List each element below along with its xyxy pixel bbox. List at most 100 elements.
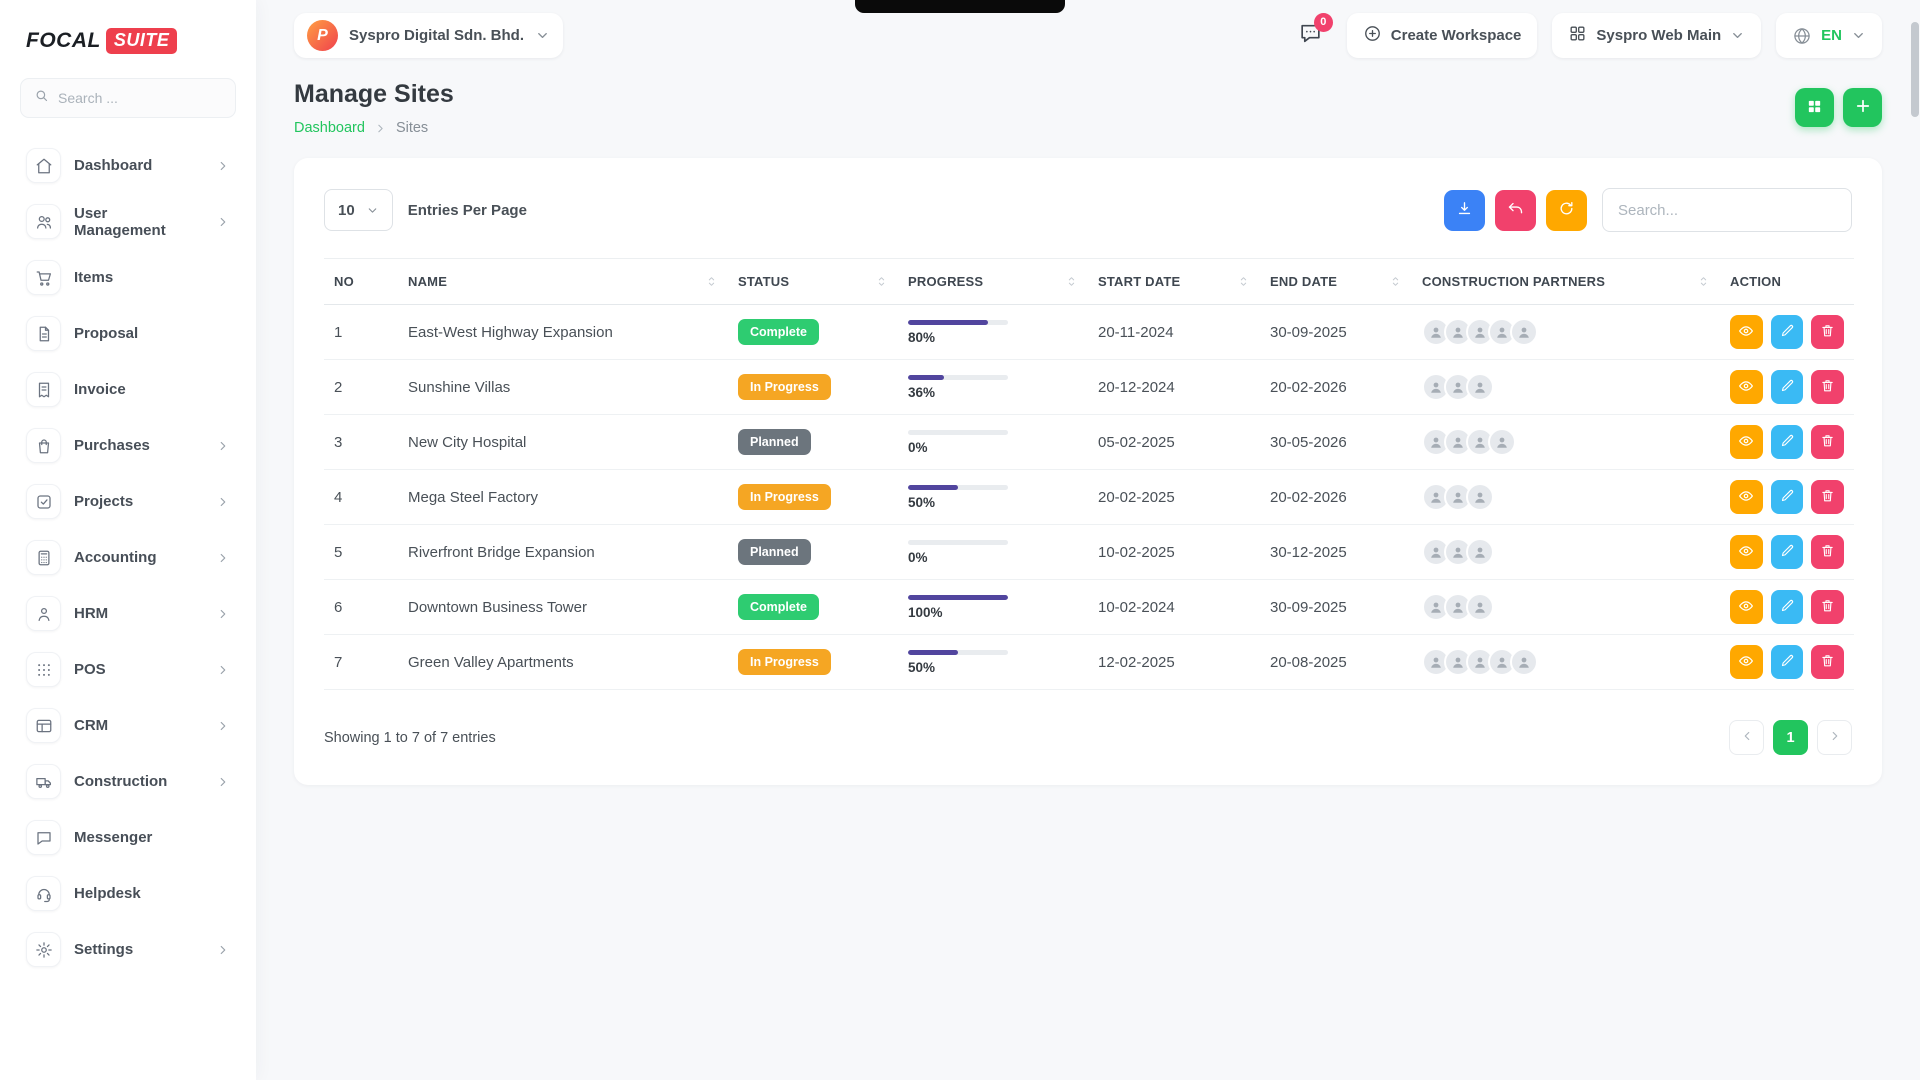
undo-button[interactable]	[1495, 190, 1536, 231]
export-button[interactable]	[1444, 190, 1485, 231]
messages-button[interactable]: 0	[1290, 15, 1332, 57]
edit-button[interactable]	[1771, 480, 1804, 514]
sidebar-item-crm[interactable]: CRM	[18, 702, 238, 749]
sidebar-search-input[interactable]	[58, 90, 222, 106]
view-button[interactable]	[1730, 480, 1763, 514]
partner-avatar[interactable]	[1466, 593, 1494, 621]
delete-button[interactable]	[1811, 590, 1844, 624]
sidebar-item-construction[interactable]: Construction	[18, 758, 238, 805]
table-search-input[interactable]	[1602, 188, 1852, 232]
column-header-name[interactable]: NAME	[398, 259, 728, 305]
sidebar-item-projects[interactable]: Projects	[18, 478, 238, 525]
chevron-right-icon	[216, 607, 230, 621]
sidebar-item-invoice[interactable]: Invoice	[18, 366, 238, 413]
progress-value: 80%	[908, 330, 1008, 345]
pos-icon	[26, 652, 61, 687]
entries-per-page-value: 10	[338, 202, 355, 219]
sidebar-item-messenger[interactable]: Messenger	[18, 814, 238, 861]
edit-button[interactable]	[1771, 645, 1804, 679]
delete-button[interactable]	[1811, 535, 1844, 569]
column-header-progress[interactable]: PROGRESS	[898, 259, 1088, 305]
app-switcher-button[interactable]: Syspro Web Main	[1552, 13, 1761, 58]
partner-avatar[interactable]	[1466, 373, 1494, 401]
pencil-icon	[1780, 543, 1795, 561]
site-name: New City Hospital	[408, 434, 526, 451]
sites-card: 10 Entries Per Page	[294, 158, 1882, 785]
progress-value: 50%	[908, 660, 1008, 675]
view-button[interactable]	[1730, 425, 1763, 459]
create-workspace-label: Create Workspace	[1391, 27, 1522, 44]
entries-per-page-select[interactable]: 10	[324, 189, 393, 231]
progress-bar: 80%	[908, 320, 1008, 345]
site-name: Downtown Business Tower	[408, 599, 587, 616]
sidebar-item-items[interactable]: Items	[18, 254, 238, 301]
scrollbar-thumb[interactable]	[1911, 22, 1919, 117]
table-row: 1East-West Highway ExpansionComplete80%2…	[324, 305, 1854, 360]
delete-button[interactable]	[1811, 645, 1844, 679]
view-button[interactable]	[1730, 645, 1763, 679]
breadcrumb-dashboard-link[interactable]: Dashboard	[294, 120, 365, 136]
pencil-icon	[1780, 488, 1795, 506]
pencil-icon	[1780, 378, 1795, 396]
pagination-prev-button[interactable]	[1729, 720, 1764, 755]
table-toolbar: 10 Entries Per Page	[324, 188, 1852, 232]
page-title-block: Manage Sites Dashboard Sites	[294, 80, 454, 136]
add-site-button[interactable]	[1843, 88, 1882, 127]
sidebar-search[interactable]	[20, 78, 236, 118]
edit-button[interactable]	[1771, 535, 1804, 569]
sidebar-item-proposal[interactable]: Proposal	[18, 310, 238, 357]
column-header-status[interactable]: STATUS	[728, 259, 898, 305]
sidebar-item-purchases[interactable]: Purchases	[18, 422, 238, 469]
column-header-start-date[interactable]: START DATE	[1088, 259, 1260, 305]
pagination-next-button[interactable]	[1817, 720, 1852, 755]
view-button[interactable]	[1730, 315, 1763, 349]
edit-button[interactable]	[1771, 315, 1804, 349]
chevron-right-icon	[216, 663, 230, 677]
pagination-page-1[interactable]: 1	[1773, 720, 1808, 755]
sidebar-item-pos[interactable]: POS	[18, 646, 238, 693]
create-workspace-button[interactable]: Create Workspace	[1347, 13, 1538, 58]
sidebar-item-dashboard[interactable]: Dashboard	[18, 142, 238, 189]
delete-button[interactable]	[1811, 315, 1844, 349]
delete-button[interactable]	[1811, 425, 1844, 459]
chevron-right-icon	[216, 495, 230, 509]
sidebar-item-settings[interactable]: Settings	[18, 926, 238, 973]
partner-avatar[interactable]	[1510, 648, 1538, 676]
column-header-construction-partners[interactable]: CONSTRUCTION PARTNERS	[1412, 259, 1720, 305]
page-header: Manage Sites Dashboard Sites	[294, 80, 1882, 136]
delete-button[interactable]	[1811, 370, 1844, 404]
eye-icon	[1738, 433, 1754, 452]
edit-button[interactable]	[1771, 370, 1804, 404]
refresh-button[interactable]	[1546, 190, 1587, 231]
pencil-icon	[1780, 598, 1795, 616]
view-button[interactable]	[1730, 370, 1763, 404]
start-date: 10-02-2024	[1098, 599, 1175, 616]
partner-avatar[interactable]	[1488, 428, 1516, 456]
sidebar-item-accounting[interactable]: Accounting	[18, 534, 238, 581]
grid-view-button[interactable]	[1795, 88, 1834, 127]
view-button[interactable]	[1730, 535, 1763, 569]
sort-icon	[1697, 275, 1710, 288]
sidebar-item-user-management[interactable]: User Management	[18, 198, 238, 245]
partner-avatar[interactable]	[1510, 318, 1538, 346]
column-header-end-date[interactable]: END DATE	[1260, 259, 1412, 305]
scrollbar[interactable]	[1910, 0, 1920, 1080]
workspace-name: Syspro Digital Sdn. Bhd.	[349, 27, 524, 44]
chevron-right-icon	[216, 159, 230, 173]
site-name: Sunshine Villas	[408, 379, 510, 396]
partner-avatar[interactable]	[1466, 483, 1494, 511]
status-badge: Complete	[738, 319, 819, 345]
sidebar-item-hrm[interactable]: HRM	[18, 590, 238, 637]
apps-icon	[1568, 24, 1587, 47]
edit-button[interactable]	[1771, 590, 1804, 624]
view-button[interactable]	[1730, 590, 1763, 624]
progress-value: 100%	[908, 605, 1008, 620]
delete-button[interactable]	[1811, 480, 1844, 514]
grid-icon	[1806, 98, 1823, 118]
sidebar-item-helpdesk[interactable]: Helpdesk	[18, 870, 238, 917]
partner-avatar[interactable]	[1466, 538, 1494, 566]
sidebar: FOCAL SUITE DashboardUser ManagementItem…	[0, 0, 256, 1080]
workspace-selector[interactable]: P Syspro Digital Sdn. Bhd.	[294, 13, 563, 58]
language-selector[interactable]: EN	[1776, 13, 1882, 58]
edit-button[interactable]	[1771, 425, 1804, 459]
